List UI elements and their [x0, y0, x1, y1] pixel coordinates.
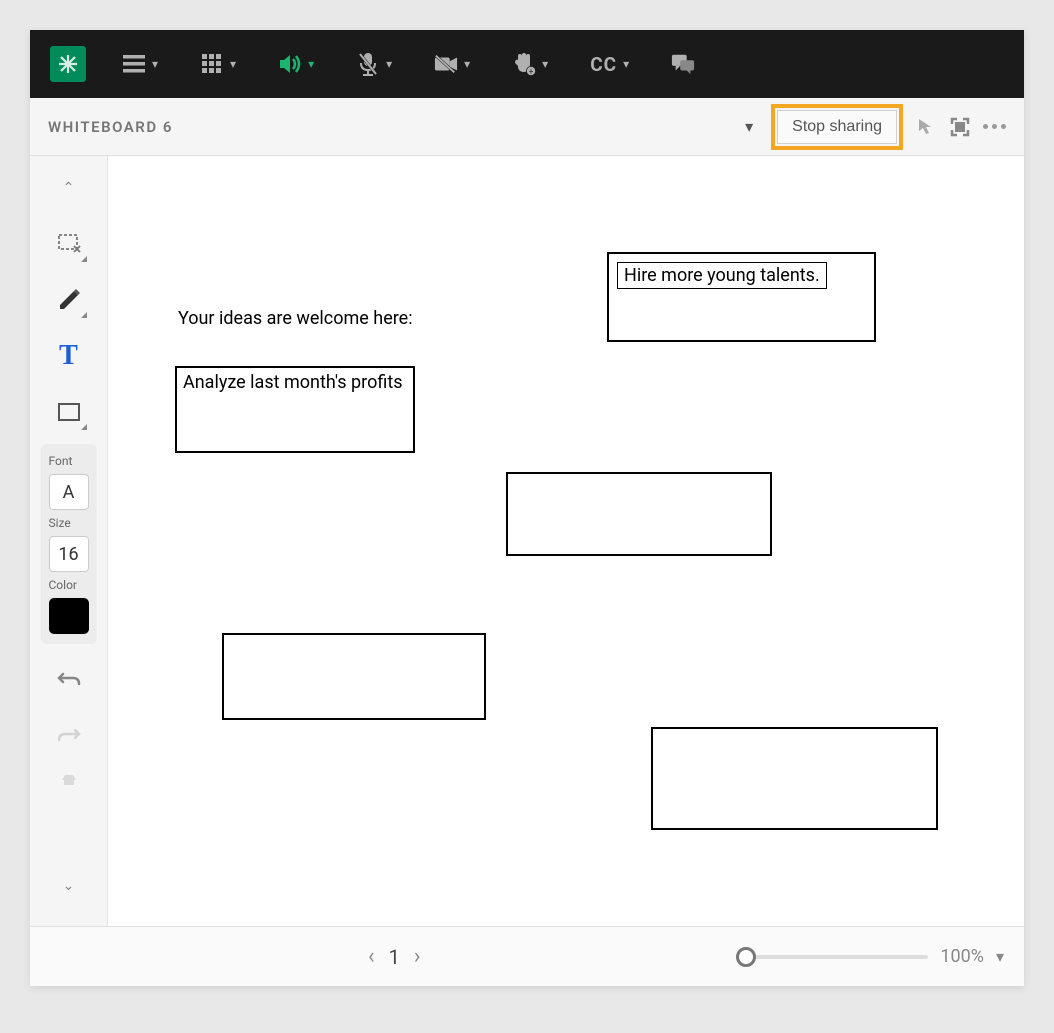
tools-scroll-down[interactable]: ⌄ [45, 862, 93, 910]
size-selector[interactable]: 16 [49, 536, 89, 572]
chevron-down-icon: ▾ [386, 57, 392, 71]
zoom-slider-thumb[interactable] [736, 947, 756, 967]
sub-header-actions: ▾ Stop sharing [739, 104, 1006, 150]
title-dropdown[interactable]: ▾ [739, 117, 759, 136]
select-tool[interactable] [45, 220, 93, 268]
speaker-icon [278, 52, 302, 76]
zoom-controls: 100% ▾ [738, 946, 1004, 967]
canvas-box[interactable]: Hire more young talents. [607, 252, 876, 342]
text-icon: T [59, 340, 78, 372]
chevron-down-icon: ▾ [623, 57, 629, 71]
footer-bar: ‹ 1 › 100% ▾ [30, 926, 1024, 986]
chevron-down-icon: ▾ [542, 57, 548, 71]
zoom-percent: 100% [940, 946, 984, 967]
page-number: 1 [389, 945, 400, 969]
grid-icon [200, 52, 224, 76]
logo-button[interactable] [50, 46, 86, 82]
size-label: Size [47, 516, 71, 530]
chat-button[interactable] [671, 52, 695, 76]
fullscreen-icon[interactable] [949, 116, 971, 138]
next-page-button[interactable]: › [414, 944, 421, 969]
canvas-box[interactable] [506, 472, 772, 556]
camera-off-icon [434, 52, 458, 76]
pointer-icon[interactable] [915, 116, 937, 138]
chevron-down-icon: ▾ [464, 57, 470, 71]
raise-hand-button[interactable]: + ▾ [512, 52, 548, 76]
svg-text:+: + [529, 67, 534, 76]
chat-icon [671, 52, 695, 76]
tool-sidebar: ⌃ T Font A Size 16 Color [30, 156, 108, 926]
canvas-box[interactable] [222, 633, 486, 720]
undo-icon [57, 670, 81, 690]
main-toolbar: ▾ ▾ ▾ ▾ ▾ + [30, 30, 1024, 98]
more-options-button[interactable] [983, 124, 1006, 129]
color-selector[interactable] [49, 598, 89, 634]
stop-sharing-button[interactable]: Stop sharing [777, 110, 897, 144]
shape-tool[interactable] [45, 388, 93, 436]
mic-off-icon [356, 52, 380, 76]
menu-button[interactable]: ▾ [122, 52, 158, 76]
color-label: Color [47, 578, 77, 592]
app-logo-icon [50, 46, 86, 82]
redo-icon [57, 726, 81, 746]
whiteboard-title: WHITEBOARD 6 [48, 118, 739, 136]
undo-button[interactable] [45, 656, 93, 704]
camera-button[interactable]: ▾ [434, 52, 470, 76]
canvas-box[interactable]: Analyze last month's profits [175, 366, 415, 453]
prev-page-button[interactable]: ‹ [368, 944, 375, 969]
chevron-down-icon: ▾ [152, 57, 158, 71]
cc-button[interactable]: CC ▾ [590, 52, 629, 76]
hamburger-icon [122, 52, 146, 76]
text-tool[interactable]: T [45, 332, 93, 380]
sub-header: WHITEBOARD 6 ▾ Stop sharing [30, 98, 1024, 156]
rectangle-icon [58, 403, 80, 421]
app-window: ▾ ▾ ▾ ▾ ▾ + [30, 30, 1024, 986]
whiteboard-canvas[interactable]: Your ideas are welcome here: Hire more y… [108, 156, 1024, 926]
stop-sharing-highlight: Stop sharing [771, 104, 903, 150]
text-style-panel: Font A Size 16 Color [41, 444, 97, 644]
canvas-prompt-text: Your ideas are welcome here: [178, 308, 413, 329]
font-selector[interactable]: A [49, 474, 89, 510]
microphone-button[interactable]: ▾ [356, 52, 392, 76]
tools-scroll-up[interactable]: ⌃ [45, 164, 93, 212]
hand-icon: + [512, 52, 536, 76]
zoom-dropdown[interactable]: ▾ [996, 947, 1004, 966]
cc-icon: CC [590, 52, 617, 76]
selection-icon [57, 233, 81, 255]
marker-icon [56, 287, 82, 313]
content-area: ⌃ T Font A Size 16 Color [30, 156, 1024, 926]
pen-tool[interactable] [45, 276, 93, 324]
chevron-down-icon: ▾ [230, 57, 236, 71]
redo-button[interactable] [45, 712, 93, 760]
font-label: Font [47, 454, 73, 468]
zoom-slider[interactable] [738, 955, 928, 959]
delete-button[interactable] [45, 768, 93, 792]
chevron-down-icon: ▾ [308, 57, 314, 71]
layout-button[interactable]: ▾ [200, 52, 236, 76]
canvas-box-text: Hire more young talents. [617, 262, 827, 289]
clear-icon [60, 773, 78, 787]
canvas-box[interactable] [651, 727, 938, 830]
canvas-box-text: Analyze last month's profits [177, 368, 413, 397]
page-navigator: ‹ 1 › [50, 944, 738, 969]
speaker-button[interactable]: ▾ [278, 52, 314, 76]
